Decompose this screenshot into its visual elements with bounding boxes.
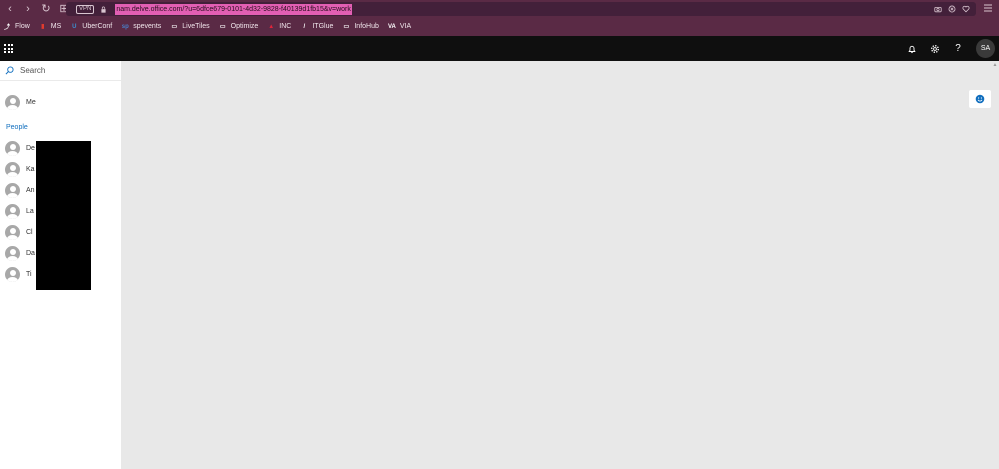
person-row[interactable]: Da — [5, 246, 35, 261]
person-avatar-icon — [5, 183, 20, 198]
bookmark-label: MS — [50, 23, 62, 30]
person-row[interactable]: Ti — [5, 267, 35, 282]
person-avatar-icon — [5, 141, 20, 156]
office-app-bar: ? SA — [0, 36, 999, 61]
bookmark-uberconf[interactable]: U UberConf — [70, 23, 112, 31]
people-heading[interactable]: People — [6, 124, 28, 131]
ms-icon: ▮ — [41, 24, 45, 30]
left-pane: Me People De Ka An La Cl Da Ti — [0, 61, 121, 469]
person-row[interactable]: Cl — [5, 225, 35, 240]
itglue-icon: / — [303, 23, 306, 30]
flow-icon: ⤴ — [3, 25, 10, 31]
person-name: Da — [26, 250, 35, 257]
browser-chrome: ‹ › ↻ ⊞ VPN nam.delve.office.com/?u=6dfc… — [0, 0, 999, 36]
vpn-badge[interactable]: VPN — [76, 4, 95, 14]
bookmark-label: InfoHub — [354, 23, 379, 30]
scroll-up-arrow[interactable]: ▲ — [991, 61, 999, 69]
spevents-icon: sp — [121, 23, 129, 30]
bookmark-label: Flow — [15, 23, 30, 30]
via-icon: VA — [387, 23, 396, 30]
folder-icon: ▭ — [171, 24, 178, 30]
app-launcher-icon[interactable] — [4, 44, 13, 53]
person-name: Cl — [26, 229, 33, 236]
person-row[interactable]: La — [5, 204, 35, 219]
person-name: De — [26, 145, 35, 152]
bookmark-inc[interactable]: ▲ INC — [267, 23, 291, 31]
bookmark-label: Optimize — [230, 23, 259, 30]
user-avatar[interactable]: SA — [976, 39, 995, 58]
inc-icon: ▲ — [268, 23, 275, 30]
back-button[interactable]: ‹ — [2, 1, 18, 17]
person-name: Ka — [26, 166, 35, 173]
bookmark-label: INC — [279, 23, 292, 30]
person-row[interactable]: An — [5, 183, 35, 198]
person-row[interactable]: Ka — [5, 162, 35, 177]
url-bar[interactable]: VPN nam.delve.office.com/?u=6dfce679-010… — [66, 2, 976, 16]
search-icon — [5, 66, 14, 75]
feedback-button[interactable] — [969, 90, 991, 108]
bookmark-label: UberConf — [82, 23, 113, 30]
reload-button[interactable]: ↻ — [38, 1, 54, 17]
search-box — [0, 61, 121, 81]
bookmark-via[interactable]: VA VIA — [388, 23, 411, 31]
app-bar-actions: ? SA — [907, 36, 995, 61]
url-text[interactable]: nam.delve.office.com/?u=6dfce679-0101-4d… — [115, 3, 352, 15]
heart-icon[interactable] — [962, 5, 970, 13]
bookmark-ms[interactable]: ▮ MS — [39, 23, 62, 31]
bookmark-infohub[interactable]: ▭ InfoHub — [342, 23, 379, 31]
bookmark-livetiles[interactable]: ▭ LiveTiles — [170, 23, 209, 31]
lock-icon[interactable] — [100, 6, 107, 13]
bookmarks-bar: ⤴ Flow ▮ MS U UberConf sp spevents ▭ LiveTiles ▭ Op… — [0, 19, 420, 34]
camera-icon[interactable] — [934, 5, 942, 13]
person-avatar-icon — [5, 246, 20, 261]
me-label: Me — [26, 99, 36, 106]
gear-icon[interactable] — [930, 44, 940, 54]
bookmark-flow[interactable]: ⤴ Flow — [3, 23, 30, 31]
search-input[interactable] — [20, 66, 115, 75]
person-avatar-icon — [5, 162, 20, 177]
people-list: De Ka An La Cl Da Ti — [5, 141, 35, 288]
me-link[interactable]: Me — [5, 95, 36, 110]
bookmark-spevents[interactable]: sp spevents — [121, 23, 162, 31]
person-name: An — [26, 187, 35, 194]
url-bar-actions — [934, 2, 970, 16]
block-icon[interactable] — [948, 5, 956, 13]
bookmark-itglue[interactable]: / ITGlue — [300, 23, 334, 31]
person-name: Ti — [26, 271, 32, 278]
person-name: La — [26, 208, 34, 215]
bookmark-label: spevents — [133, 23, 162, 30]
forward-button[interactable]: › — [20, 1, 36, 17]
person-avatar-icon — [5, 267, 20, 282]
smiley-icon — [975, 94, 985, 104]
person-avatar-icon — [5, 204, 20, 219]
uberconf-icon: U — [72, 23, 77, 30]
bookmark-optimize[interactable]: ▭ Optimize — [219, 23, 259, 31]
person-avatar-icon — [5, 225, 20, 240]
bookmark-label: ITGlue — [312, 23, 334, 30]
bookmark-label: LiveTiles — [182, 23, 210, 30]
folder-icon: ▭ — [343, 24, 350, 30]
bookmark-label: VIA — [399, 23, 412, 30]
person-avatar-icon — [5, 95, 20, 110]
person-row[interactable]: De — [5, 141, 35, 156]
folder-icon: ▭ — [219, 24, 226, 30]
browser-menu-icon[interactable] — [983, 3, 993, 13]
help-icon[interactable]: ? — [953, 43, 963, 54]
main-content: ▲ — [121, 61, 999, 469]
bell-icon[interactable] — [907, 44, 917, 54]
redaction-box — [36, 141, 91, 290]
